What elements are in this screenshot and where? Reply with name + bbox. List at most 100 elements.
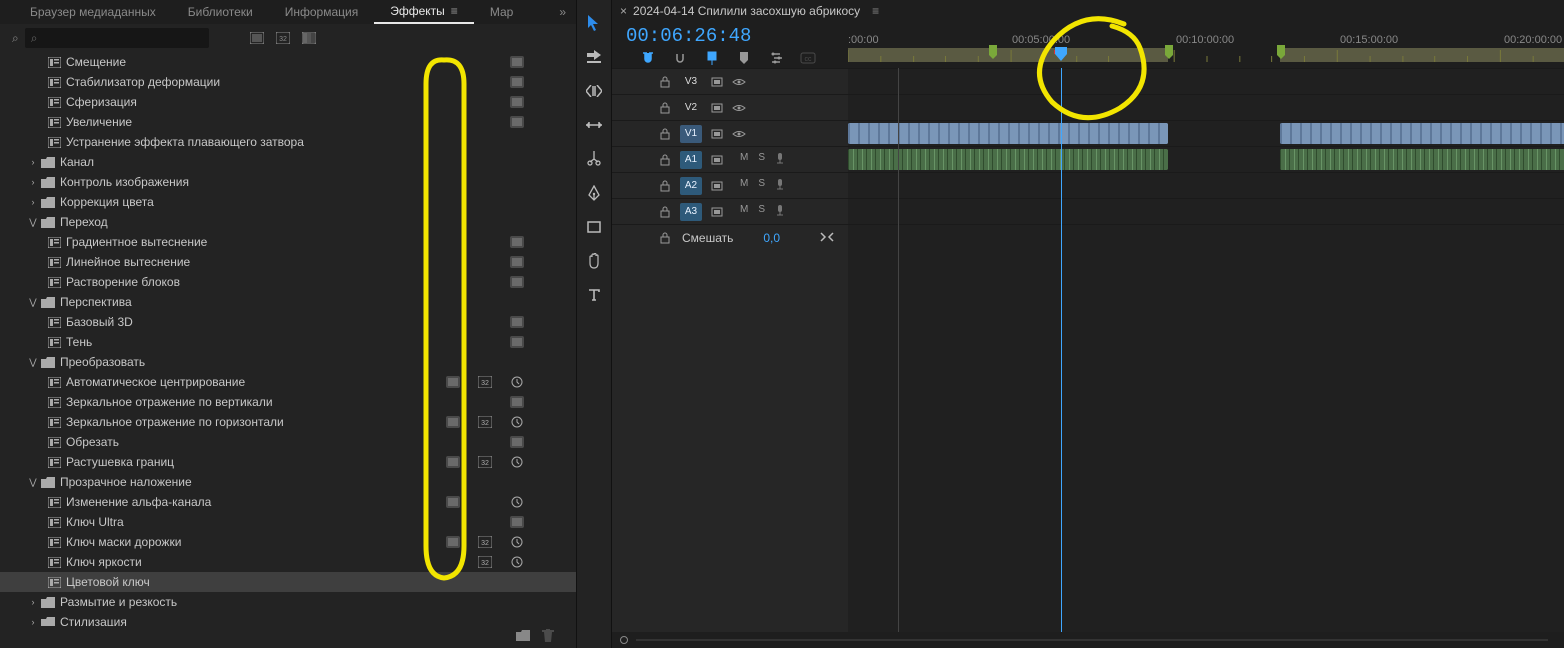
track-header-a3[interactable]: A3 M S — [612, 198, 848, 224]
effects-item[interactable]: Смещение — [0, 52, 576, 72]
panel-menu-icon[interactable]: ≡ — [451, 4, 458, 18]
tab-markers[interactable]: Мар — [474, 0, 529, 24]
track-header-a2[interactable]: A2 M S — [612, 172, 848, 198]
sync-lock-icon[interactable] — [710, 155, 724, 165]
effects-item[interactable]: Градиентное вытеснение — [0, 232, 576, 252]
output-mapping-icon[interactable] — [820, 231, 834, 245]
solo-toggle[interactable]: S — [758, 204, 765, 219]
audio-clip[interactable] — [1280, 149, 1564, 170]
effects-folder[interactable]: ›Канал — [0, 152, 576, 172]
snap-icon[interactable] — [640, 51, 656, 65]
twirl-icon[interactable]: › — [26, 197, 40, 207]
track-header-v3[interactable]: V3 — [612, 68, 848, 94]
effects-item[interactable]: Ключ яркости32 — [0, 552, 576, 572]
twirl-icon[interactable]: ⋁ — [26, 217, 40, 228]
lock-icon[interactable] — [658, 154, 672, 166]
effects-item[interactable]: Ключ маски дорожки32 — [0, 532, 576, 552]
lock-icon[interactable] — [658, 128, 672, 140]
time-ruler[interactable]: :00:00 00:05:00:00 00:10:00:00 00:15:00:… — [848, 22, 1564, 68]
razor-tool[interactable] — [582, 148, 606, 170]
effects-item[interactable]: Изменение альфа-канала — [0, 492, 576, 512]
mute-toggle[interactable]: M — [740, 178, 748, 193]
track-target-label[interactable]: V3 — [680, 73, 702, 91]
solo-toggle[interactable]: S — [758, 152, 765, 167]
effects-folder[interactable]: ›Стилизация — [0, 612, 576, 626]
effects-folder[interactable]: ›Коррекция цвета — [0, 192, 576, 212]
ripple-edit-tool[interactable] — [582, 80, 606, 102]
track-target-label[interactable]: A2 — [680, 177, 702, 195]
sync-lock-icon[interactable] — [710, 207, 724, 217]
sequence-title[interactable]: 2024-04-14 Спилили засохшую абрикосу — [633, 4, 860, 18]
effects-item[interactable]: Ключ Ultra — [0, 512, 576, 532]
hand-tool[interactable] — [582, 250, 606, 272]
effects-tree[interactable]: СмещениеСтабилизатор деформацииСферизаци… — [0, 52, 576, 626]
sequence-close-icon[interactable]: × — [620, 4, 627, 18]
pen-tool[interactable] — [582, 182, 606, 204]
caption-track-icon[interactable]: cc — [800, 51, 816, 65]
linked-selection-icon[interactable] — [672, 51, 688, 65]
voiceover-icon[interactable] — [775, 152, 785, 167]
effects-item[interactable]: Стабилизатор деформации — [0, 72, 576, 92]
effects-item[interactable]: Зеркальное отражение по горизонтали32 — [0, 412, 576, 432]
track-target-label[interactable]: V2 — [680, 99, 702, 117]
effects-folder[interactable]: ⋁Перспектива — [0, 292, 576, 312]
add-marker-icon[interactable] — [704, 51, 720, 65]
effects-item[interactable]: Базовый 3D — [0, 312, 576, 332]
timeline-zoom-bar[interactable] — [612, 632, 1564, 648]
effects-folder[interactable]: ⋁Прозрачное наложение — [0, 472, 576, 492]
mute-toggle[interactable]: M — [740, 204, 748, 219]
effects-item[interactable]: Устранение эффекта плавающего затвора — [0, 132, 576, 152]
playhead-handle[interactable] — [1054, 46, 1068, 62]
playhead-timecode[interactable]: 00:06:26:48 — [626, 25, 848, 47]
mix-value[interactable]: 0,0 — [763, 231, 780, 245]
effects-folder[interactable]: ⋁Переход — [0, 212, 576, 232]
effects-item[interactable]: Увеличение — [0, 112, 576, 132]
lock-icon[interactable] — [658, 232, 672, 244]
yuv-filter-icon[interactable] — [300, 31, 318, 45]
tab-effects[interactable]: Эффекты ≡ — [374, 0, 474, 24]
mix-track-header[interactable]: Смешать 0,0 — [612, 224, 848, 250]
solo-toggle[interactable]: S — [758, 178, 765, 193]
sync-lock-icon[interactable] — [710, 181, 724, 191]
track-target-label[interactable]: V1 — [680, 125, 702, 143]
marker-icon[interactable] — [736, 51, 752, 65]
effects-item[interactable]: Тень — [0, 332, 576, 352]
toggle-visibility-icon[interactable] — [732, 78, 746, 86]
twirl-icon[interactable]: › — [26, 597, 40, 607]
tabs-overflow-icon[interactable]: » — [549, 5, 576, 19]
effects-item[interactable]: Автоматическое центрирование32 — [0, 372, 576, 392]
sync-lock-icon[interactable] — [710, 129, 724, 139]
selection-tool[interactable] — [582, 12, 606, 34]
type-tool[interactable] — [582, 284, 606, 306]
track-content[interactable] — [848, 68, 1564, 632]
rectangle-tool[interactable] — [582, 216, 606, 238]
track-target-label[interactable]: A3 — [680, 203, 702, 221]
track-header-a1[interactable]: A1 M S — [612, 146, 848, 172]
twirl-icon[interactable]: › — [26, 177, 40, 187]
zoom-handle-left[interactable] — [620, 636, 628, 644]
track-select-tool[interactable] — [582, 46, 606, 68]
twirl-icon[interactable]: ⋁ — [26, 477, 40, 488]
lock-icon[interactable] — [658, 76, 672, 88]
effects-item[interactable]: Зеркальное отражение по вертикали — [0, 392, 576, 412]
32bit-filter-icon[interactable]: 32 — [274, 31, 292, 45]
sequence-menu-icon[interactable]: ≡ — [872, 4, 879, 18]
effects-search-input[interactable] — [25, 28, 209, 48]
sync-lock-icon[interactable] — [710, 77, 724, 87]
track-target-label[interactable]: A1 — [680, 151, 702, 169]
voiceover-icon[interactable] — [775, 204, 785, 219]
twirl-icon[interactable]: ⋁ — [26, 297, 40, 308]
settings-icon[interactable] — [768, 51, 784, 65]
effects-folder[interactable]: ›Контроль изображения — [0, 172, 576, 192]
twirl-icon[interactable]: ⋁ — [26, 357, 40, 368]
rate-stretch-tool[interactable] — [582, 114, 606, 136]
mute-toggle[interactable]: M — [740, 152, 748, 167]
lock-icon[interactable] — [658, 102, 672, 114]
video-clip[interactable] — [1280, 123, 1564, 144]
effects-folder[interactable]: ›Размытие и резкость — [0, 592, 576, 612]
twirl-icon[interactable]: › — [26, 617, 40, 626]
audio-clip[interactable] — [848, 149, 1168, 170]
effects-folder[interactable]: ⋁Преобразовать — [0, 352, 576, 372]
twirl-icon[interactable]: › — [26, 157, 40, 167]
new-bin-icon[interactable] — [516, 630, 530, 644]
